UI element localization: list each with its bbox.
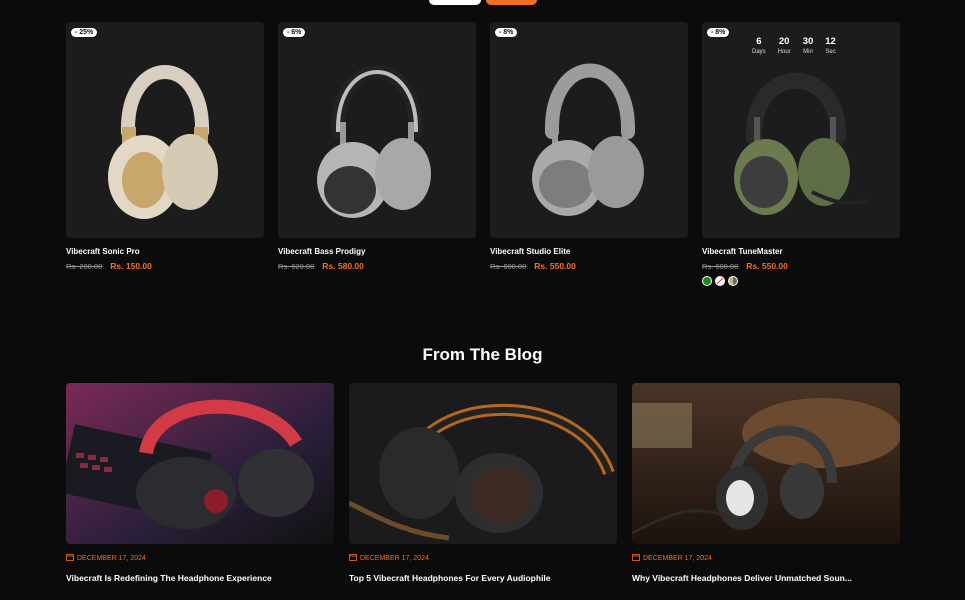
calendar-icon <box>349 553 357 563</box>
sale-price: Rs. 150.00 <box>110 261 152 271</box>
countdown-days: 6 <box>756 36 762 47</box>
blog-post-card[interactable]: DECEMBER 17, 2024 Top 5 Vibecraft Headph… <box>349 383 617 583</box>
tab-button-right[interactable] <box>486 0 537 5</box>
blog-post-card[interactable]: DECEMBER 17, 2024 Why Vibecraft Headphon… <box>632 383 900 583</box>
countdown-label: Sec <box>825 49 836 55</box>
product-image-card[interactable]: - 8% <box>490 22 688 238</box>
product-name[interactable]: Vibecraft Bass Prodigy <box>278 247 476 256</box>
blog-section-heading: From The Blog <box>422 345 543 364</box>
product-name[interactable]: Vibecraft Studio Elite <box>490 247 688 256</box>
tab-button-left[interactable] <box>429 0 481 5</box>
blog-post-image[interactable] <box>66 383 334 544</box>
swatch-white[interactable] <box>715 276 725 286</box>
headphone-image <box>317 65 431 218</box>
calendar-icon <box>632 553 640 563</box>
original-price: Rs. 200.00 <box>66 262 103 271</box>
product-image-card[interactable]: - 25% <box>66 22 264 238</box>
countdown-seconds: 12 <box>825 36 836 47</box>
post-title[interactable]: Vibecraft Is Redefining The Headphone Ex… <box>66 573 334 583</box>
countdown-timer: 6 Days 20 Hour 30 Min 12 Sec <box>752 36 836 55</box>
blog-post-image[interactable] <box>349 383 617 544</box>
countdown-label: Min <box>803 49 813 55</box>
product-image-card[interactable]: - 6% <box>278 22 476 238</box>
product-card[interactable]: - 8% Vibecraft Studio Elite Rs. 600.00 R… <box>490 22 688 271</box>
blog-post-card[interactable]: DECEMBER 17, 2024 Vibecraft Is Redefinin… <box>66 383 334 583</box>
sale-price: Rs. 550.00 <box>746 261 788 271</box>
countdown-label: Hour <box>777 49 791 55</box>
countdown-label: Days <box>752 49 766 55</box>
product-name[interactable]: Vibecraft TuneMaster <box>702 247 900 256</box>
product-name[interactable]: Vibecraft Sonic Pro <box>66 247 264 256</box>
product-image-card[interactable]: - 8% 6 Days 20 Hour 30 Min 12 Sec <box>702 22 900 238</box>
calendar-icon <box>66 553 74 563</box>
product-card[interactable]: - 25% Vibecraft Sonic Pro Rs. 200.00 Rs.… <box>66 22 264 271</box>
blog-post-image[interactable] <box>632 383 900 544</box>
product-card[interactable]: - 6% Vibecraft Bass Prodigy Rs. 620.00 R… <box>278 22 476 271</box>
countdown-hours: 20 <box>778 36 790 47</box>
swatch-green[interactable] <box>702 276 712 286</box>
countdown-minutes: 30 <box>802 36 814 47</box>
sale-price: Rs. 580.00 <box>322 261 364 271</box>
headphone-image <box>108 65 218 219</box>
color-swatches <box>702 276 900 286</box>
post-date: DECEMBER 17, 2024 <box>643 554 712 562</box>
product-card[interactable]: - 8% 6 Days 20 Hour 30 Min 12 Sec Vibecraft … <box>702 22 900 286</box>
post-title[interactable]: Top 5 Vibecraft Headphones For Every Aud… <box>349 573 617 583</box>
headphone-image <box>532 63 644 216</box>
swatch-beige[interactable] <box>728 276 738 286</box>
original-price: Rs. 600.00 <box>490 262 527 271</box>
original-price: Rs. 600.00 <box>702 262 739 271</box>
post-date: DECEMBER 17, 2024 <box>77 554 146 562</box>
original-price: Rs. 620.00 <box>278 262 315 271</box>
sale-price: Rs. 550.00 <box>534 261 576 271</box>
post-date: DECEMBER 17, 2024 <box>360 554 429 562</box>
post-title[interactable]: Why Vibecraft Headphones Deliver Unmatch… <box>632 573 900 583</box>
